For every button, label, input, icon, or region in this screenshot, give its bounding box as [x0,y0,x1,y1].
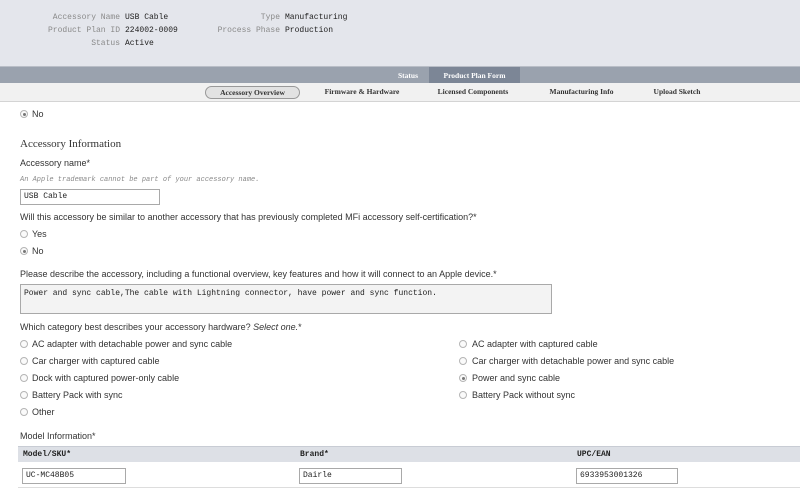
accessory-name-hint: An Apple trademark cannot be part of you… [20,176,260,184]
category-required-star: * [298,322,302,332]
top-radio-no[interactable] [20,110,28,118]
plan-id-value: 224002-0009 [125,26,178,35]
accessory-name-input[interactable]: USB Cable [20,189,160,205]
category-label-power-sync: Power and sync cable [472,373,561,383]
type-value: Manufacturing [285,13,348,22]
category-label-car-captured: Car charger with captured cable [32,356,160,366]
accessory-name-label: Accessory Name [52,13,120,22]
describe-question: Please describe the accessory, including… [20,269,497,279]
category-hint: Select one. [253,322,299,332]
model-header-brand: Brand* [300,450,329,459]
status-label: Status [91,39,120,48]
similar-no-radio[interactable] [20,247,28,255]
category-radio-power-sync[interactable] [459,374,467,382]
tab-product-plan-form[interactable]: Product Plan Form [429,67,520,84]
category-radio-battery-sync[interactable] [20,391,28,399]
category-radio-car-detachable[interactable] [459,357,467,365]
subtab-licensed-components[interactable]: Licensed Components [422,86,524,99]
model-brand-input[interactable]: Dairle [299,468,402,484]
category-label-battery-sync: Battery Pack with sync [32,390,123,400]
category-radio-ac-detachable[interactable] [20,340,28,348]
category-radio-battery-no-sync[interactable] [459,391,467,399]
status-value: Active [125,39,154,48]
model-upc-input[interactable]: 6933953001326 [576,468,678,484]
type-label: Type [260,13,280,22]
subtab-accessory-overview[interactable]: Accessory Overview [205,86,300,99]
category-radio-dock-captured[interactable] [20,374,28,382]
plan-id-label: Product Plan ID [47,26,120,35]
process-phase-value: Production [285,26,334,35]
category-question: Which category best describes your acces… [20,322,302,332]
model-header-sku: Model/SKU* [23,450,72,459]
similar-no-label: No [32,246,44,256]
subtab-firmware-hardware[interactable]: Firmware & Hardware [312,86,412,99]
model-header-upc: UPC/EAN [577,450,611,459]
model-sku-input[interactable]: UC-MC48B05 [22,468,126,484]
category-question-text: Which category best describes your acces… [20,322,251,332]
category-radio-ac-captured[interactable] [459,340,467,348]
similar-question: Will this accessory be similar to anothe… [20,212,477,222]
top-tab-bar: Status Product Plan Form [0,66,800,84]
sub-tab-bar: Accessory Overview Firmware & Hardware L… [0,83,800,102]
category-label-dock-captured: Dock with captured power-only cable [32,373,180,383]
tab-status[interactable]: Status [388,67,428,84]
category-label-other: Other [32,407,55,417]
accessory-name-field-label: Accessory name* [20,158,91,168]
section-title: Accessory Information [20,138,122,150]
plan-header: Accessory Name USB Cable Product Plan ID… [0,0,800,66]
describe-textarea[interactable]: Power and sync cable,The cable with Ligh… [20,284,552,314]
table-row: UC-MC48B05 Dairle 6933953001326 [18,462,800,488]
category-radio-car-captured[interactable] [20,357,28,365]
similar-yes-radio[interactable] [20,230,28,238]
category-label-car-detachable: Car charger with detachable power and sy… [472,356,675,366]
subtab-manufacturing-info[interactable]: Manufacturing Info [534,86,629,99]
category-label-ac-detachable: AC adapter with detachable power and syn… [32,339,233,349]
subtab-upload-sketch[interactable]: Upload Sketch [640,86,714,99]
category-label-battery-no-sync: Battery Pack without sync [472,390,576,400]
model-table-header: Model/SKU* Brand* UPC/EAN [18,446,800,462]
category-radio-other[interactable] [20,408,28,416]
category-label-ac-captured: AC adapter with captured cable [472,339,598,349]
model-info-label: Model Information* [20,431,96,441]
process-phase-label: Process Phase [217,26,280,35]
similar-yes-label: Yes [32,229,47,239]
top-radio-no-label: No [32,109,44,119]
accessory-name-value: USB Cable [125,13,169,22]
